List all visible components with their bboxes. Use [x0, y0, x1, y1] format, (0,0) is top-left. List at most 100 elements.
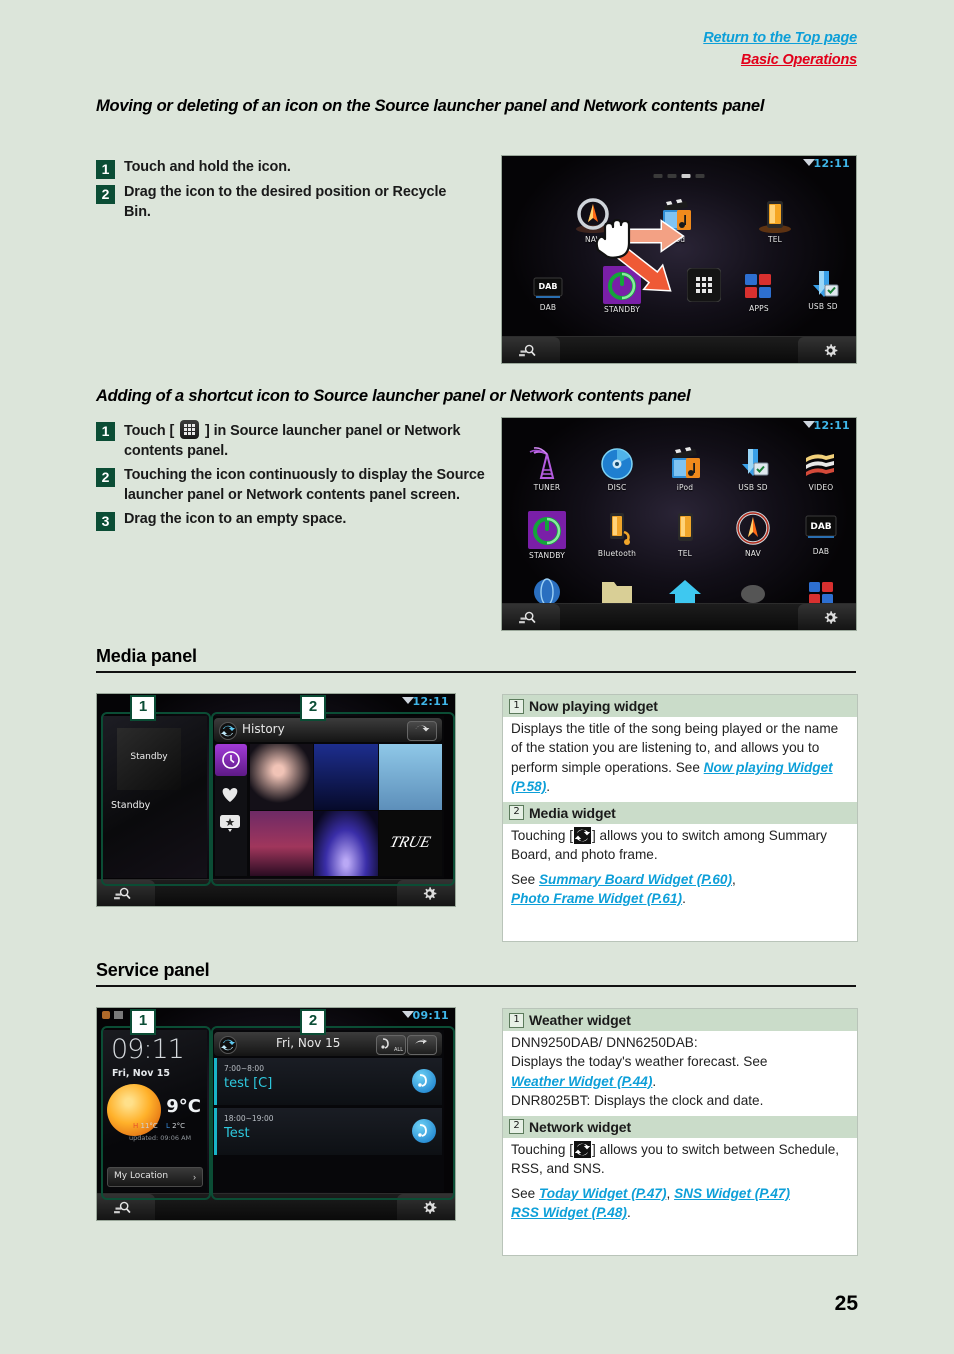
description-text-after: . — [546, 779, 551, 795]
schedule-item[interactable]: 18:00~19:00 Test — [214, 1108, 442, 1155]
description-header: 2 Network widget — [503, 1115, 857, 1138]
media-panel-descriptions: 1 Now playing widget Displays the title … — [502, 694, 858, 942]
thumbnail[interactable] — [250, 810, 314, 876]
network-widget-title: Fri, Nov 15 — [276, 1036, 341, 1050]
now-playing-widget[interactable]: Standby Standby — [103, 716, 207, 878]
doc-link[interactable]: SNS Widget (P.47) — [674, 1186, 790, 1201]
thumbnail[interactable] — [250, 744, 314, 810]
app-label: TEL — [677, 549, 693, 558]
weather-temp: 9°C — [166, 1096, 201, 1117]
app-icon-nav[interactable]: NAV — [722, 510, 784, 558]
speak-icon[interactable] — [412, 1069, 436, 1093]
app-icon-partial-home[interactable] — [654, 576, 716, 606]
refresh-icon[interactable] — [219, 722, 237, 740]
description-text-after: . — [682, 891, 686, 907]
status-clock: 09:11 — [412, 1009, 449, 1022]
bluetooth-icon — [597, 510, 637, 548]
app-icon-ipod[interactable]: iPod — [654, 446, 716, 492]
weather-location-button[interactable]: My Location › — [107, 1167, 203, 1187]
launcher-icon-dab[interactable]: DAB DAB — [517, 274, 579, 312]
status-clock: 12:11 — [813, 419, 850, 432]
screenshot-media-panel: 12:11 Standby Standby History TRUE — [97, 694, 455, 906]
gear-icon — [423, 887, 437, 900]
settings-button[interactable] — [397, 1194, 455, 1220]
schedule-title: Test — [224, 1126, 250, 1141]
refresh-icon[interactable] — [219, 1036, 237, 1054]
step-badge: 2 — [96, 185, 115, 204]
source-search-button[interactable] — [97, 1194, 155, 1220]
tab-starred[interactable] — [219, 814, 243, 834]
thumbnail[interactable] — [314, 744, 378, 810]
app-label: Bluetooth — [597, 549, 637, 558]
app-icon-tuner[interactable]: TUNER — [516, 446, 578, 492]
swap-widget-button[interactable] — [407, 1035, 437, 1055]
settings-button[interactable] — [798, 604, 856, 630]
description-text: Touching [ — [511, 827, 573, 843]
thumbnail-text: TRUE — [388, 834, 433, 852]
svg-text:DAB: DAB — [539, 282, 558, 291]
tab-favorites[interactable] — [219, 784, 243, 806]
description-header: 2 Media widget — [503, 801, 857, 824]
schedule-title: test [C] — [224, 1076, 273, 1091]
read-all-button[interactable]: ALL — [376, 1035, 406, 1055]
steps-adding-shortcut: 1 Touch [ ] in Source launcher panel or … — [96, 420, 496, 535]
gear-icon — [824, 611, 838, 624]
app-icon-partial-4[interactable] — [722, 576, 784, 606]
doc-link[interactable]: Weather Widget (P.44) — [511, 1074, 652, 1089]
launcher-label: TEL — [767, 235, 783, 244]
weather-high-label: H — [133, 1122, 139, 1130]
thumbnail-true[interactable]: TRUE — [378, 810, 442, 876]
basic-operations-link[interactable]: Basic Operations — [703, 50, 857, 72]
network-widget[interactable]: Fri, Nov 15 ALL 7:00~8:00 test [C] 18:00… — [212, 1030, 444, 1192]
screenshot-all-apps-list: 12:11 TUNER DISC iPod USB SD VIDEO STAND… — [502, 418, 856, 630]
step-text: Touch [ ] in Source launcher panel or Ne… — [124, 420, 496, 462]
app-icon-disc[interactable]: DISC — [586, 446, 648, 492]
launcher-icon-tel[interactable]: TEL — [740, 198, 810, 244]
app-icon-partial-2[interactable] — [586, 576, 648, 606]
step-text-before: Touch [ — [124, 423, 175, 439]
app-icon-standby[interactable]: STANDBY — [516, 510, 578, 560]
source-search-button[interactable] — [502, 337, 560, 363]
launcher-label: DAB — [539, 303, 557, 312]
folder-icon — [597, 576, 637, 606]
doc-link[interactable]: Today Widget (P.47) — [539, 1186, 667, 1201]
description-body: Touching [] allows you to switch among S… — [511, 826, 827, 907]
doc-link[interactable]: Photo Frame Widget (P.61) — [511, 891, 682, 906]
media-widget[interactable]: History TRUE — [212, 716, 444, 878]
app-icon-video[interactable]: VIDEO — [790, 446, 852, 492]
schedule-time: 7:00~8:00 — [224, 1064, 264, 1073]
settings-button[interactable] — [798, 337, 856, 363]
steps-moving-deleting: 1 Touch and hold the icon. 2 Drag the ic… — [96, 158, 476, 227]
return-to-top-link[interactable]: Return to the Top page — [703, 28, 857, 50]
hand-cursor-icon — [595, 218, 631, 259]
disc-icon — [597, 446, 637, 482]
weather-widget[interactable]: 09:11 Fri, Nov 15 9°C H 11°C L 2°C updat… — [103, 1030, 207, 1192]
apps-icon — [742, 271, 776, 303]
source-search-button[interactable] — [502, 604, 560, 630]
search-icon — [519, 611, 536, 624]
description-text: Touching [ — [511, 1141, 573, 1157]
doc-link[interactable]: RSS Widget (P.48) — [511, 1205, 627, 1220]
thumbnail[interactable] — [314, 810, 378, 876]
speak-icon[interactable] — [412, 1119, 436, 1143]
doc-link[interactable]: Summary Board Widget (P.60) — [539, 872, 732, 887]
app-icon-partial-apps[interactable] — [790, 576, 852, 606]
apps-grid-icon — [180, 420, 200, 439]
app-icon-dab[interactable]: DAB DAB — [790, 512, 852, 556]
description-title: Network widget — [529, 1118, 632, 1135]
source-search-button[interactable] — [97, 880, 155, 906]
tab-history[interactable] — [215, 744, 247, 776]
thumbnail[interactable] — [378, 744, 442, 810]
launcher-icon-usbsd[interactable]: USB SD — [792, 269, 854, 311]
app-icon-partial-1[interactable] — [516, 576, 578, 606]
app-icon-bluetooth[interactable]: Bluetooth — [586, 510, 648, 558]
app-icon-usbsd[interactable]: USB SD — [722, 446, 784, 492]
swap-widget-button[interactable] — [407, 721, 437, 741]
settings-button[interactable] — [397, 880, 455, 906]
dot — [667, 174, 677, 178]
schedule-item[interactable]: 7:00~8:00 test [C] — [214, 1058, 442, 1105]
step-item: 1 Touch [ ] in Source launcher panel or … — [96, 420, 496, 462]
app-icon-tel[interactable]: TEL — [654, 510, 716, 558]
launcher-icon-apps[interactable]: APPS — [724, 271, 794, 313]
read-all-label: ALL — [394, 1047, 403, 1053]
